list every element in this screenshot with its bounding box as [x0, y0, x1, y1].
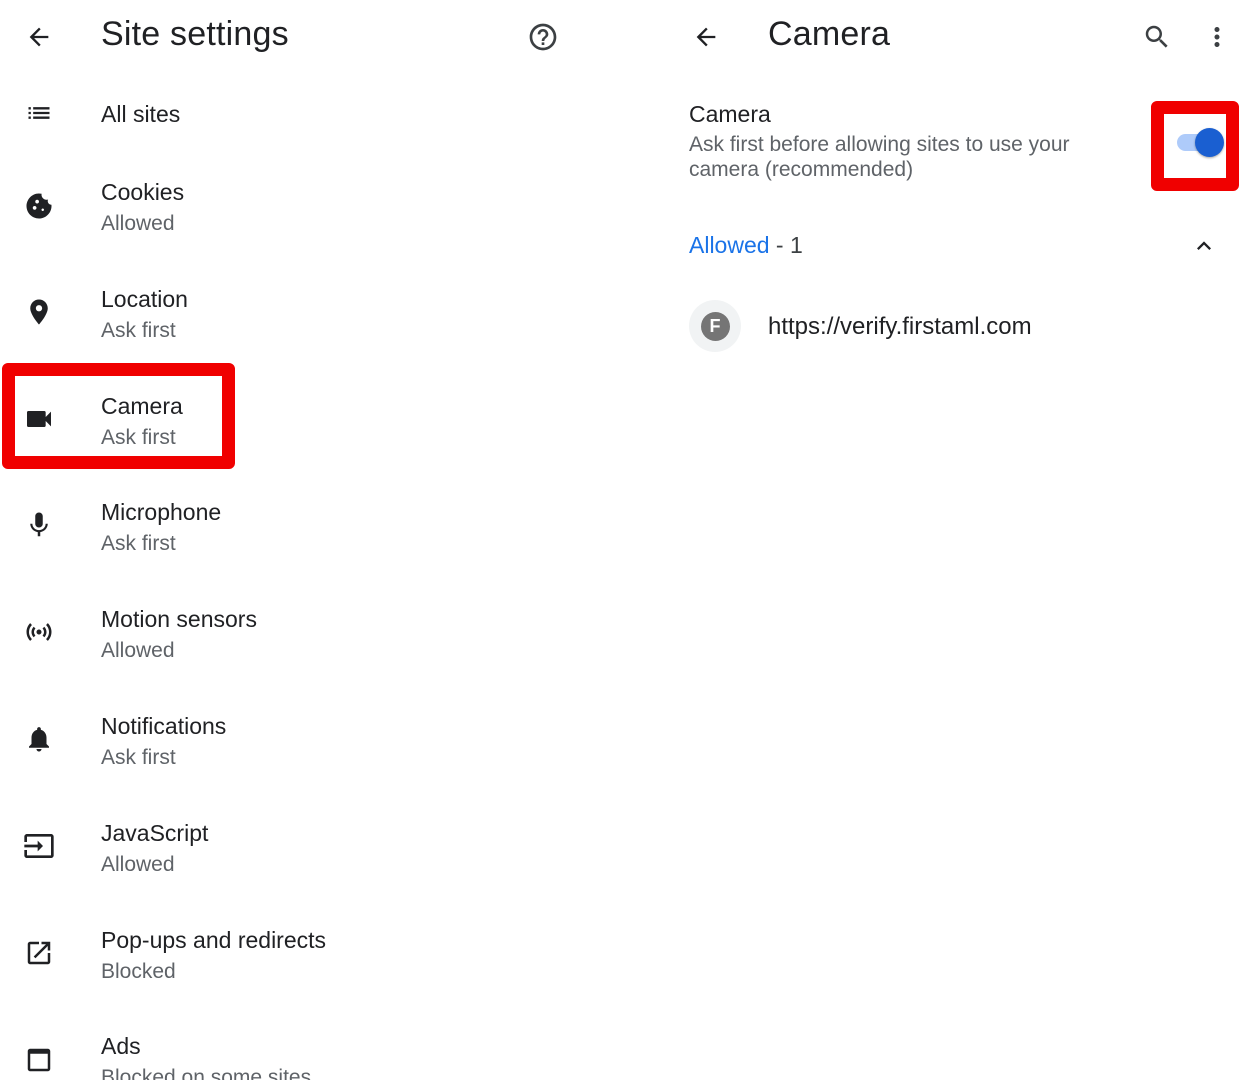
search-icon — [1145, 25, 1168, 48]
settings-item-label: Ads — [101, 1033, 141, 1059]
settings-item-label: JavaScript — [101, 820, 209, 846]
settings-item-status: Ask first — [101, 746, 176, 769]
chevron-up-icon — [1197, 241, 1211, 250]
settings-item-label: All sites — [101, 101, 181, 127]
location-pin-icon — [19, 292, 59, 332]
camera-setting-title: Camera — [689, 101, 771, 127]
site-url: https://verify.firstaml.com — [768, 313, 1032, 340]
settings-item-label: Location — [101, 286, 188, 312]
settings-item-status: Allowed — [101, 639, 175, 662]
favicon-letter: F — [700, 311, 730, 341]
settings-item-label: Pop-ups and redirects — [101, 927, 327, 953]
settings-item-camera[interactable]: Camera Ask first — [0, 374, 578, 481]
back-button[interactable] — [19, 17, 59, 57]
page-title: Site settings — [101, 15, 289, 53]
collapse-button[interactable] — [1189, 231, 1219, 261]
camera-toggle-switch[interactable] — [1175, 126, 1224, 158]
allowed-label: Allowed — [689, 232, 770, 258]
camera-settings-panel: Camera Camera Ask first before allowing … — [665, 0, 1248, 1080]
settings-item-label: Camera — [101, 393, 183, 419]
settings-item-popups[interactable]: Pop-ups and redirects Blocked — [0, 908, 578, 1015]
settings-item-status: Ask first — [101, 426, 176, 449]
more-vert-icon — [1214, 27, 1220, 47]
allowed-count: - 1 — [769, 232, 803, 258]
settings-item-location[interactable]: Location Ask first — [0, 267, 578, 374]
help-button[interactable] — [523, 17, 563, 57]
search-button[interactable] — [1137, 17, 1177, 57]
input-icon — [19, 826, 59, 866]
settings-item-all-sites[interactable]: All sites — [0, 76, 578, 152]
settings-item-status: Ask first — [101, 532, 176, 555]
arrow-back-icon — [696, 27, 716, 47]
settings-item-cookies[interactable]: Cookies Allowed — [0, 160, 578, 267]
site-settings-app-bar: Site settings — [0, 0, 578, 70]
window-icon — [19, 1040, 59, 1080]
list-icon — [19, 93, 59, 133]
help-icon — [529, 23, 557, 51]
settings-item-label: Notifications — [101, 713, 227, 739]
cookie-icon — [19, 186, 59, 226]
settings-item-label: Cookies — [101, 179, 185, 205]
settings-item-motion-sensors[interactable]: Motion sensors Allowed — [0, 587, 578, 694]
settings-item-label: Microphone — [101, 499, 222, 525]
open-in-new-icon — [19, 933, 59, 973]
settings-item-status: Blocked — [101, 960, 176, 983]
more-options-button[interactable] — [1197, 17, 1237, 57]
settings-item-status: Ask first — [101, 319, 176, 342]
settings-item-status: Allowed — [101, 853, 175, 876]
settings-item-status: Allowed — [101, 212, 175, 235]
allowed-section-header[interactable]: Allowed - 1 — [689, 232, 803, 259]
sensors-icon — [19, 612, 59, 652]
settings-item-ads[interactable]: Ads Blocked on some sites — [0, 1014, 578, 1080]
mic-icon — [19, 505, 59, 545]
arrow-back-icon — [29, 27, 49, 47]
settings-item-notifications[interactable]: Notifications Ask first — [0, 694, 578, 801]
settings-item-javascript[interactable]: JavaScript Allowed — [0, 801, 578, 908]
bell-icon — [19, 719, 59, 759]
settings-item-label: Motion sensors — [101, 606, 257, 632]
site-settings-panel: Site settings All sites Cookies Allowed … — [0, 0, 578, 1080]
page-title: Camera — [768, 15, 891, 53]
settings-item-microphone[interactable]: Microphone Ask first — [0, 480, 578, 587]
site-list-item[interactable]: F https://verify.firstaml.com — [689, 300, 1229, 352]
camera-setting-description: Ask first before allowing sites to use y… — [689, 133, 1070, 181]
site-favicon: F — [689, 300, 741, 352]
settings-item-status: Blocked on some sites — [101, 1066, 312, 1080]
toggle-thumb — [1195, 128, 1224, 157]
back-button[interactable] — [686, 17, 726, 57]
camera-app-bar: Camera — [665, 0, 1248, 70]
videocam-icon — [19, 399, 59, 439]
